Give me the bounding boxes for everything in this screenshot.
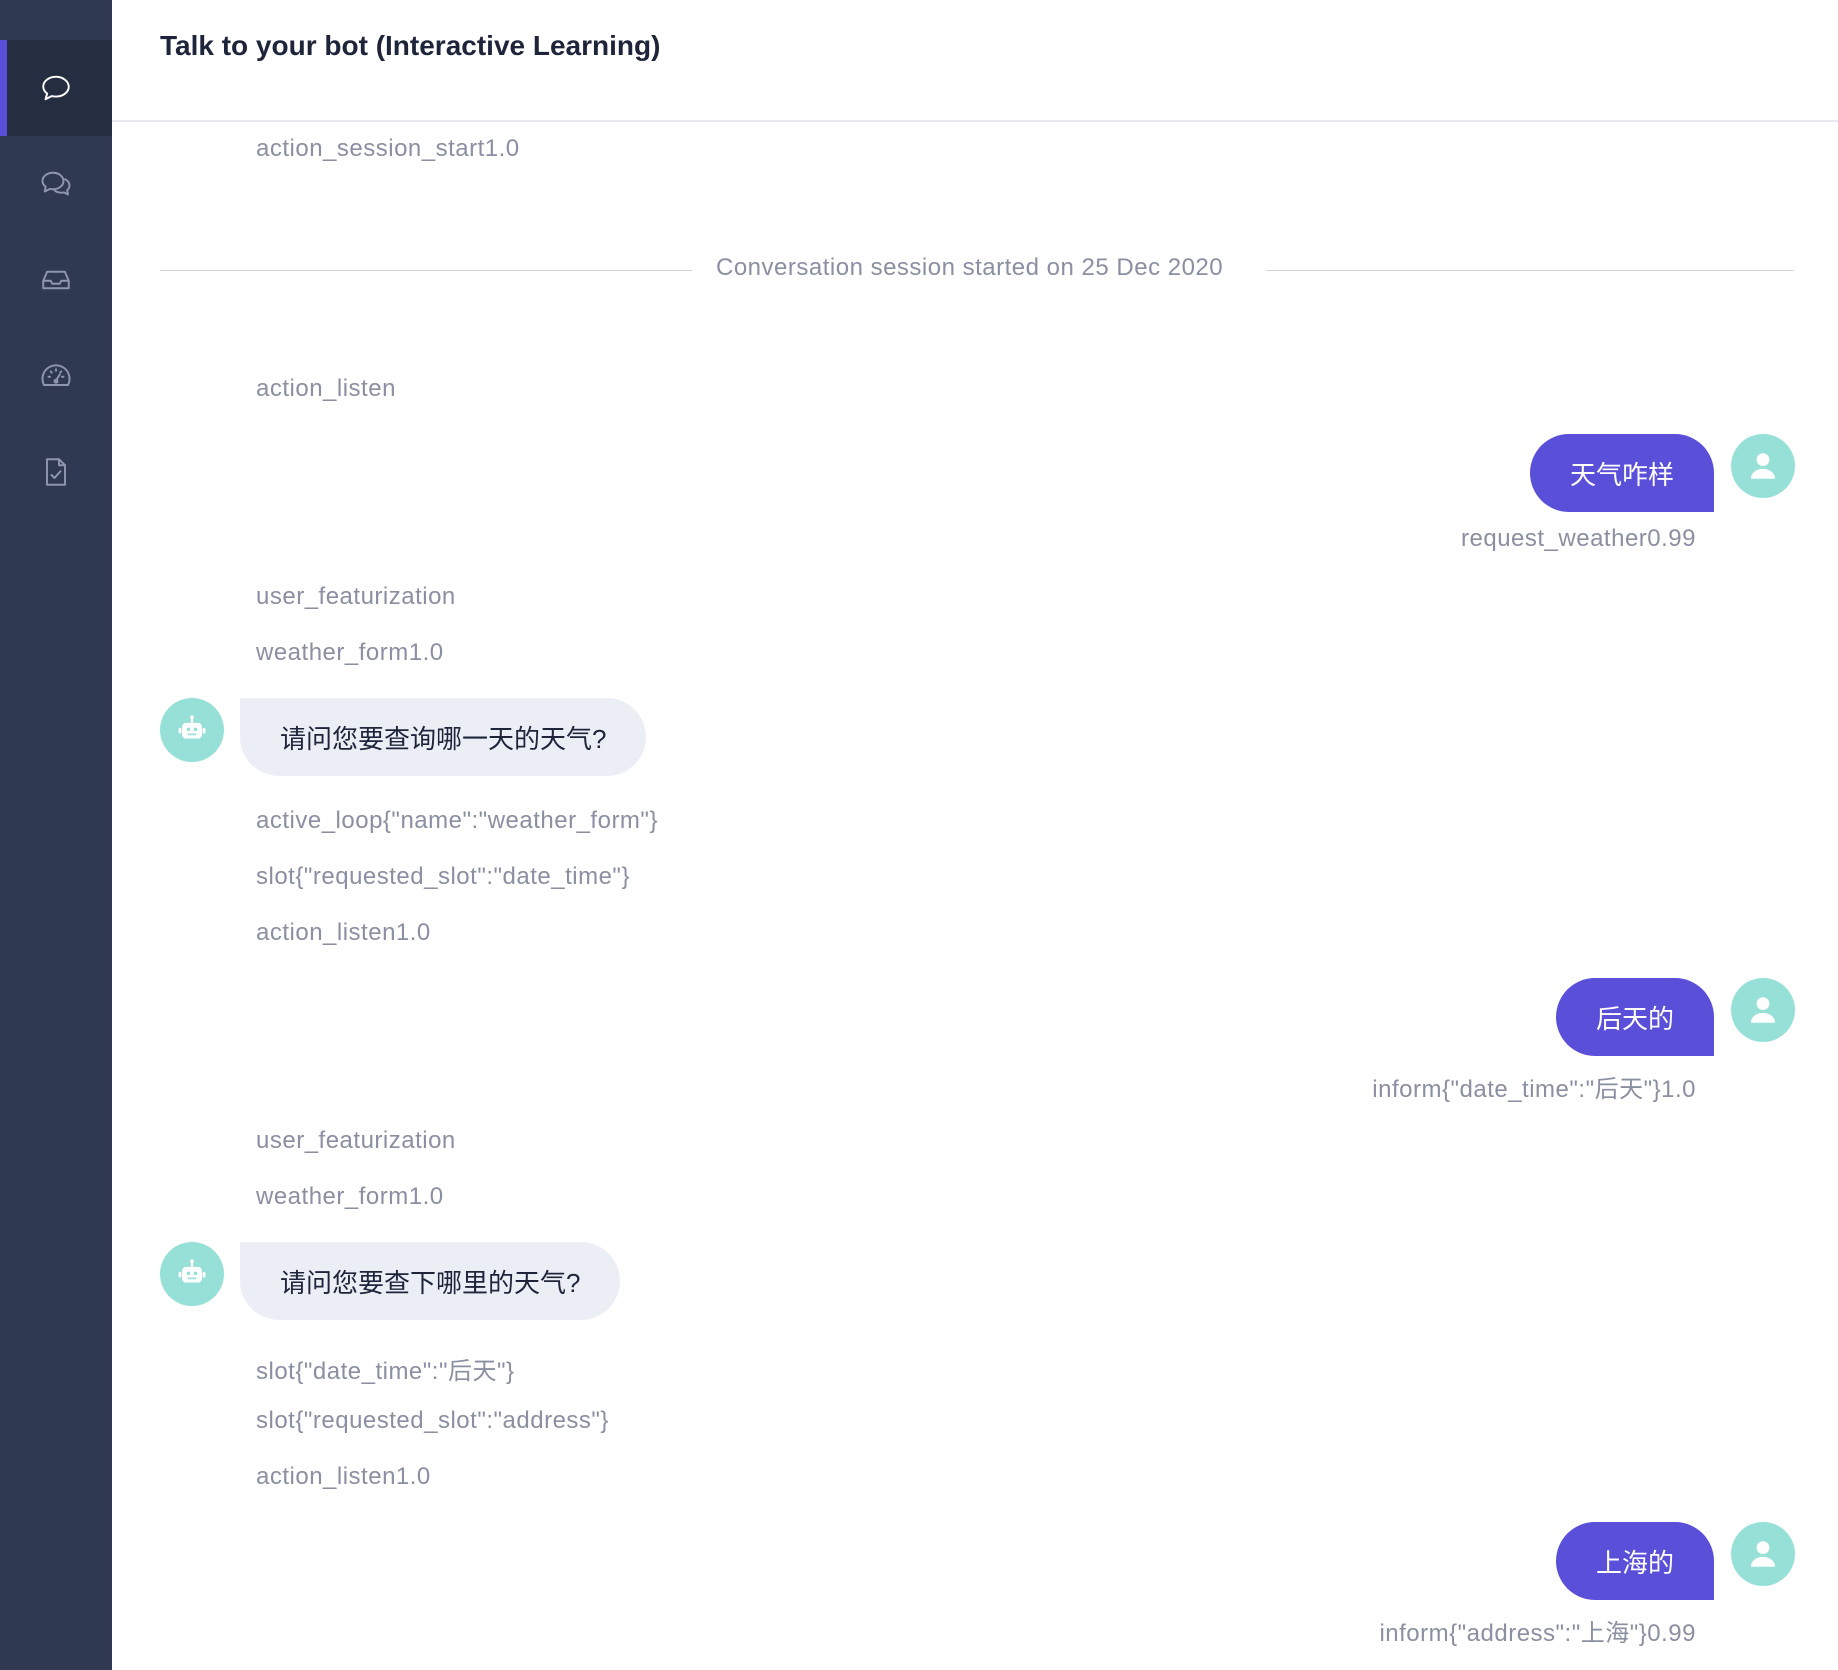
gauge-icon <box>41 364 71 386</box>
user-icon <box>1750 453 1776 479</box>
bot-avatar <box>160 1242 224 1306</box>
bot-message: 请问您要查下哪里的天气? <box>240 1242 621 1320</box>
event-label: weather_form1.0 <box>256 1183 444 1210</box>
user-icon <box>1750 997 1776 1023</box>
page-title: Talk to your bot (Interactive Learning) <box>160 30 661 61</box>
chat-bubble-icon <box>42 75 70 101</box>
event-label: slot{"requested_slot":"date_time"} <box>256 863 630 890</box>
event-label: weather_form1.0 <box>256 639 444 666</box>
event-label: active_loop{"name":"weather_form"} <box>256 807 658 834</box>
intent-label: inform{"address":"上海"}0.99 <box>1379 1620 1696 1647</box>
nav-item-dashboard[interactable] <box>0 328 112 424</box>
event-label: slot{"date_time":"后天"} <box>256 1358 515 1385</box>
event-label: user_featurization <box>256 583 456 610</box>
user-avatar <box>1731 978 1795 1042</box>
session-divider: Conversation session started on 25 Dec 2… <box>716 254 1224 281</box>
sidebar <box>0 0 112 1670</box>
bot-message: 请问您要查询哪一天的天气? <box>240 698 647 776</box>
user-message: 天气咋样 <box>1529 434 1714 512</box>
intent-label: request_weather0.99 <box>1461 525 1696 552</box>
user-message: 上海的 <box>1555 1522 1714 1600</box>
user-message: 后天的 <box>1555 978 1714 1056</box>
user-avatar <box>1731 1522 1795 1586</box>
event-label: slot{"requested_slot":"address"} <box>256 1407 609 1434</box>
nav-item-conversations[interactable] <box>0 136 112 232</box>
header: Talk to your bot (Interactive Learning) <box>112 0 1838 122</box>
conversation-panel: action_session_start1.0 Conversation ses… <box>112 122 1838 1670</box>
event-label: action_listen1.0 <box>256 1463 431 1490</box>
intent-label: inform{"date_time":"后天"}1.0 <box>1372 1076 1696 1103</box>
document-check-icon <box>46 458 66 486</box>
robot-icon <box>178 715 206 739</box>
event-label: user_featurization <box>256 1127 456 1154</box>
divider-line-left <box>160 270 692 271</box>
user-avatar <box>1731 434 1795 498</box>
divider-line-right <box>1266 270 1794 271</box>
nav-item-tests[interactable] <box>0 424 112 520</box>
user-icon <box>1750 1541 1776 1567</box>
robot-icon <box>178 1259 206 1283</box>
bot-avatar <box>160 698 224 762</box>
event-label: action_session_start1.0 <box>256 135 520 162</box>
nav-item-inbox[interactable] <box>0 232 112 328</box>
inbox-icon <box>42 270 70 290</box>
event-label: action_listen1.0 <box>256 919 431 946</box>
conversations-icon <box>41 171 71 196</box>
nav-item-chat[interactable] <box>0 40 112 136</box>
event-label: action_listen <box>256 375 396 402</box>
